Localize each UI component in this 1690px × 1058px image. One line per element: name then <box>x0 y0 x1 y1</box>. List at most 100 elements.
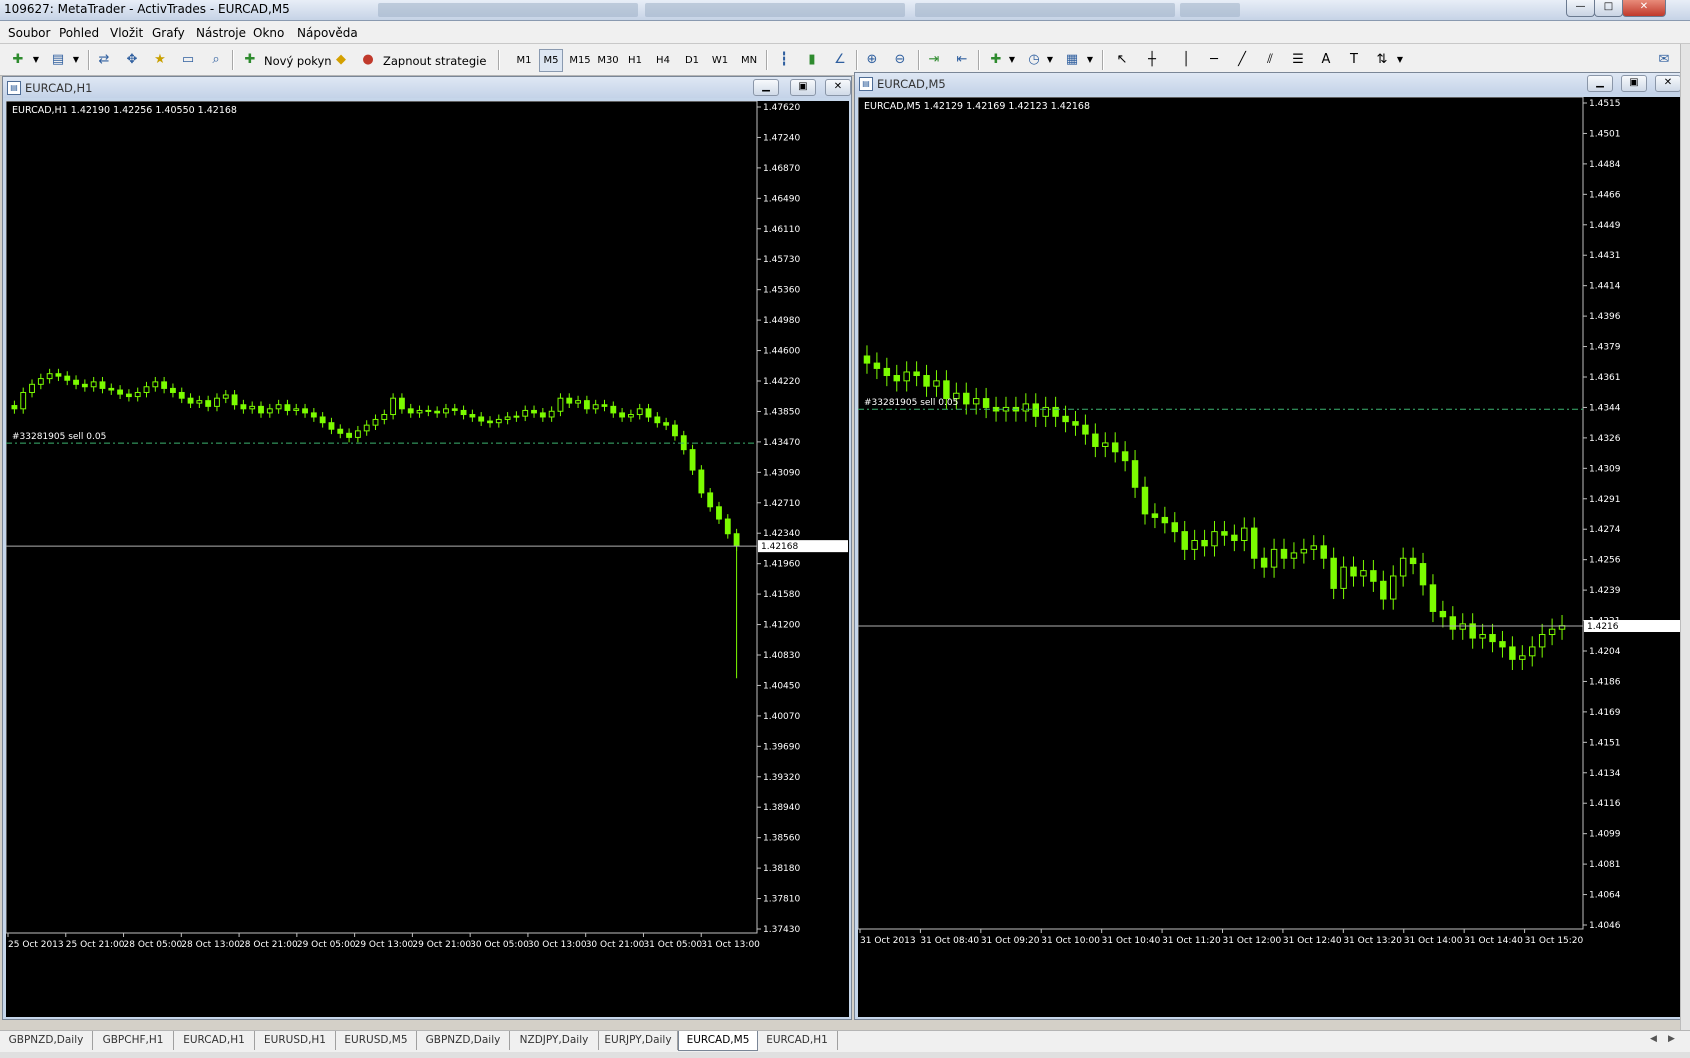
y-tick-label: 1.38940 <box>763 803 800 813</box>
candle-body <box>883 367 891 377</box>
zoom-in-icon[interactable]: ⊕ <box>864 53 880 67</box>
periods-icon[interactable]: ◷ <box>1026 53 1042 67</box>
tab-eurusd-m5[interactable]: EURUSD,M5 <box>336 1031 417 1050</box>
chart-minimize-button[interactable]: ▁ <box>1587 75 1613 92</box>
trendline-icon[interactable]: ╱ <box>1234 53 1250 67</box>
timeframe-h4[interactable]: H4 <box>651 49 675 72</box>
zoom-out-icon[interactable]: ⊖ <box>892 53 908 67</box>
channel-icon[interactable]: ⫽ <box>1262 53 1278 67</box>
horizontal-line-icon[interactable]: ─ <box>1206 53 1222 67</box>
y-tick-label: 1.40070 <box>763 712 800 722</box>
timeframe-m15[interactable]: M15 <box>566 49 594 72</box>
y-tick-label: 1.46110 <box>763 225 800 235</box>
chart-close-button[interactable]: ✕ <box>825 79 851 96</box>
bar-chart-icon[interactable]: ┇ <box>776 53 792 67</box>
y-tick-label: 1.4466 <box>1589 190 1621 200</box>
indicators-icon[interactable]: ✚ <box>988 53 1004 67</box>
autoscroll-icon[interactable]: ⇥ <box>926 53 942 67</box>
timeframe-m30[interactable]: M30 <box>594 49 622 72</box>
cursor-icon[interactable]: ↖ <box>1114 53 1130 67</box>
terminal-icon[interactable]: ▭ <box>180 53 196 67</box>
chart-window-eurcad-h1[interactable]: ▤ EURCAD,H1 ▁ ▣ ✕ 1.47620 1.47240 1.46870 1… <box>2 76 852 1020</box>
strategy-tester-icon[interactable]: ⌕ <box>208 53 224 67</box>
chart-shift-icon[interactable]: ⇤ <box>954 53 970 67</box>
menu-vlozit[interactable]: Vložit <box>110 26 143 40</box>
dropdown-arrow-icon[interactable]: ▼ <box>1392 53 1408 67</box>
chat-icon[interactable]: ✉ <box>1656 53 1672 67</box>
tab-eurusd-h1[interactable]: EURUSD,H1 <box>255 1031 336 1050</box>
vertical-scrollbar[interactable] <box>1680 44 1690 1052</box>
chart-restore-button[interactable]: ▣ <box>1621 75 1647 92</box>
data-window-icon[interactable]: ✥ <box>124 53 140 67</box>
dropdown-arrow-icon[interactable]: ▼ <box>1004 53 1020 67</box>
y-tick-label: 1.41200 <box>763 621 800 631</box>
price-chart[interactable]: 1.4515 1.4501 1.4484 1.4466 1.4449 1.4431 1.44… <box>858 97 1681 1017</box>
chart-minimize-button[interactable]: ▁ <box>753 79 779 96</box>
blurred-tab <box>378 3 638 17</box>
dropdown-arrow-icon[interactable]: ▼ <box>1042 53 1058 67</box>
dropdown-arrow-icon[interactable]: ▼ <box>68 53 84 67</box>
timeframe-m1[interactable]: M1 <box>512 49 536 72</box>
crosshair-icon[interactable]: ┼ <box>1144 53 1160 67</box>
new-order-icon[interactable]: ✚ <box>242 53 258 67</box>
chart-window-caption[interactable]: ▤ EURCAD,H1 ▁ ▣ ✕ <box>3 77 851 98</box>
menu-pohled[interactable]: Pohled <box>59 26 99 40</box>
metaeditor-icon[interactable]: ◆ <box>333 53 349 67</box>
chart-restore-button[interactable]: ▣ <box>790 79 816 96</box>
order-label: #33281905 sell 0.05 <box>864 398 958 408</box>
chart-window-eurcad-m5[interactable]: ▤ EURCAD,M5 ▁ ▣ ✕ 1.4515 1.4501 1.4484 1.44… <box>854 72 1682 1020</box>
dropdown-arrow-icon[interactable]: ▼ <box>1082 53 1098 67</box>
menu-okno[interactable]: Okno <box>253 26 284 40</box>
candle-body <box>1141 486 1149 515</box>
tab-eurjpy-daily[interactable]: EURJPY,Daily <box>599 1031 678 1050</box>
arrows-icon[interactable]: ⇅ <box>1374 53 1390 67</box>
vertical-line-icon[interactable]: │ <box>1178 53 1194 67</box>
timeframe-mn[interactable]: MN <box>736 49 762 72</box>
new-chart-icon[interactable]: ✚ <box>10 53 26 67</box>
tab-gbpchf-h1[interactable]: GBPCHF,H1 <box>93 1031 174 1050</box>
autotrading-icon[interactable]: ● <box>360 53 376 67</box>
candlestick-icon[interactable]: ▮ <box>804 53 820 67</box>
tab-eurcad-h1[interactable]: EURCAD,H1 <box>757 1031 838 1050</box>
candle-body <box>363 424 370 432</box>
autotrading-button[interactable]: Zapnout strategie <box>383 54 486 68</box>
line-chart-icon[interactable]: ∠ <box>832 53 848 67</box>
menu-grafy[interactable]: Grafy <box>152 26 185 40</box>
dropdown-arrow-icon[interactable]: ▼ <box>28 53 44 67</box>
fibonacci-icon[interactable]: ☰ <box>1290 53 1306 67</box>
menu-nastroje[interactable]: Nástroje <box>196 26 246 40</box>
tabs-scroll-right-icon[interactable]: ▶ <box>1668 1034 1675 1044</box>
timeframe-d1[interactable]: D1 <box>680 49 704 72</box>
timeframe-m5[interactable]: M5 <box>539 49 563 72</box>
tab-eurcad-m5[interactable]: EURCAD,M5 <box>678 1031 758 1051</box>
profiles-icon[interactable]: ▤ <box>50 53 66 67</box>
window-minimize-button[interactable]: — <box>1566 0 1595 17</box>
navigator-icon[interactable]: ★ <box>152 53 168 67</box>
timeframe-w1[interactable]: W1 <box>708 49 732 72</box>
y-tick-label: 1.4326 <box>1589 434 1621 444</box>
candle-body <box>161 381 168 389</box>
x-tick-label: 30 Oct 13:00 <box>528 940 587 950</box>
templates-icon[interactable]: ▦ <box>1064 53 1080 67</box>
tab-eurcad-h1[interactable]: EURCAD,H1 <box>174 1031 255 1050</box>
tab-nzdjpy-daily[interactable]: NZDJPY,Daily <box>510 1031 599 1050</box>
window-maximize-button[interactable]: □ <box>1594 0 1623 17</box>
timeframe-h1[interactable]: H1 <box>623 49 647 72</box>
tab-gbpnzd-daily[interactable]: GBPNZD,Daily <box>417 1031 510 1050</box>
tabs-scroll-left-icon[interactable]: ◀ <box>1650 1034 1657 1044</box>
menu-soubor[interactable]: Soubor <box>8 26 50 40</box>
market-watch-icon[interactable]: ⇄ <box>96 53 112 67</box>
new-order-button[interactable]: Nový pokyn <box>264 54 332 68</box>
candle-body <box>539 412 546 418</box>
text-icon[interactable]: A <box>1318 53 1334 67</box>
chart-close-button[interactable]: ✕ <box>1655 75 1681 92</box>
candle-body <box>425 409 432 412</box>
candle-body <box>672 424 678 437</box>
text-label-icon[interactable]: T <box>1346 53 1362 67</box>
tab-gbpnzd-daily[interactable]: GBPNZD,Daily <box>0 1031 93 1050</box>
price-chart[interactable]: 1.47620 1.47240 1.46870 1.46490 1.46110 1.457… <box>6 101 849 1017</box>
status-bar <box>0 1052 1690 1058</box>
chart-window-caption[interactable]: ▤ EURCAD,M5 ▁ ▣ ✕ <box>855 73 1681 94</box>
window-close-button[interactable]: ✕ <box>1622 0 1666 17</box>
menu-napoveda[interactable]: Nápověda <box>297 26 358 40</box>
